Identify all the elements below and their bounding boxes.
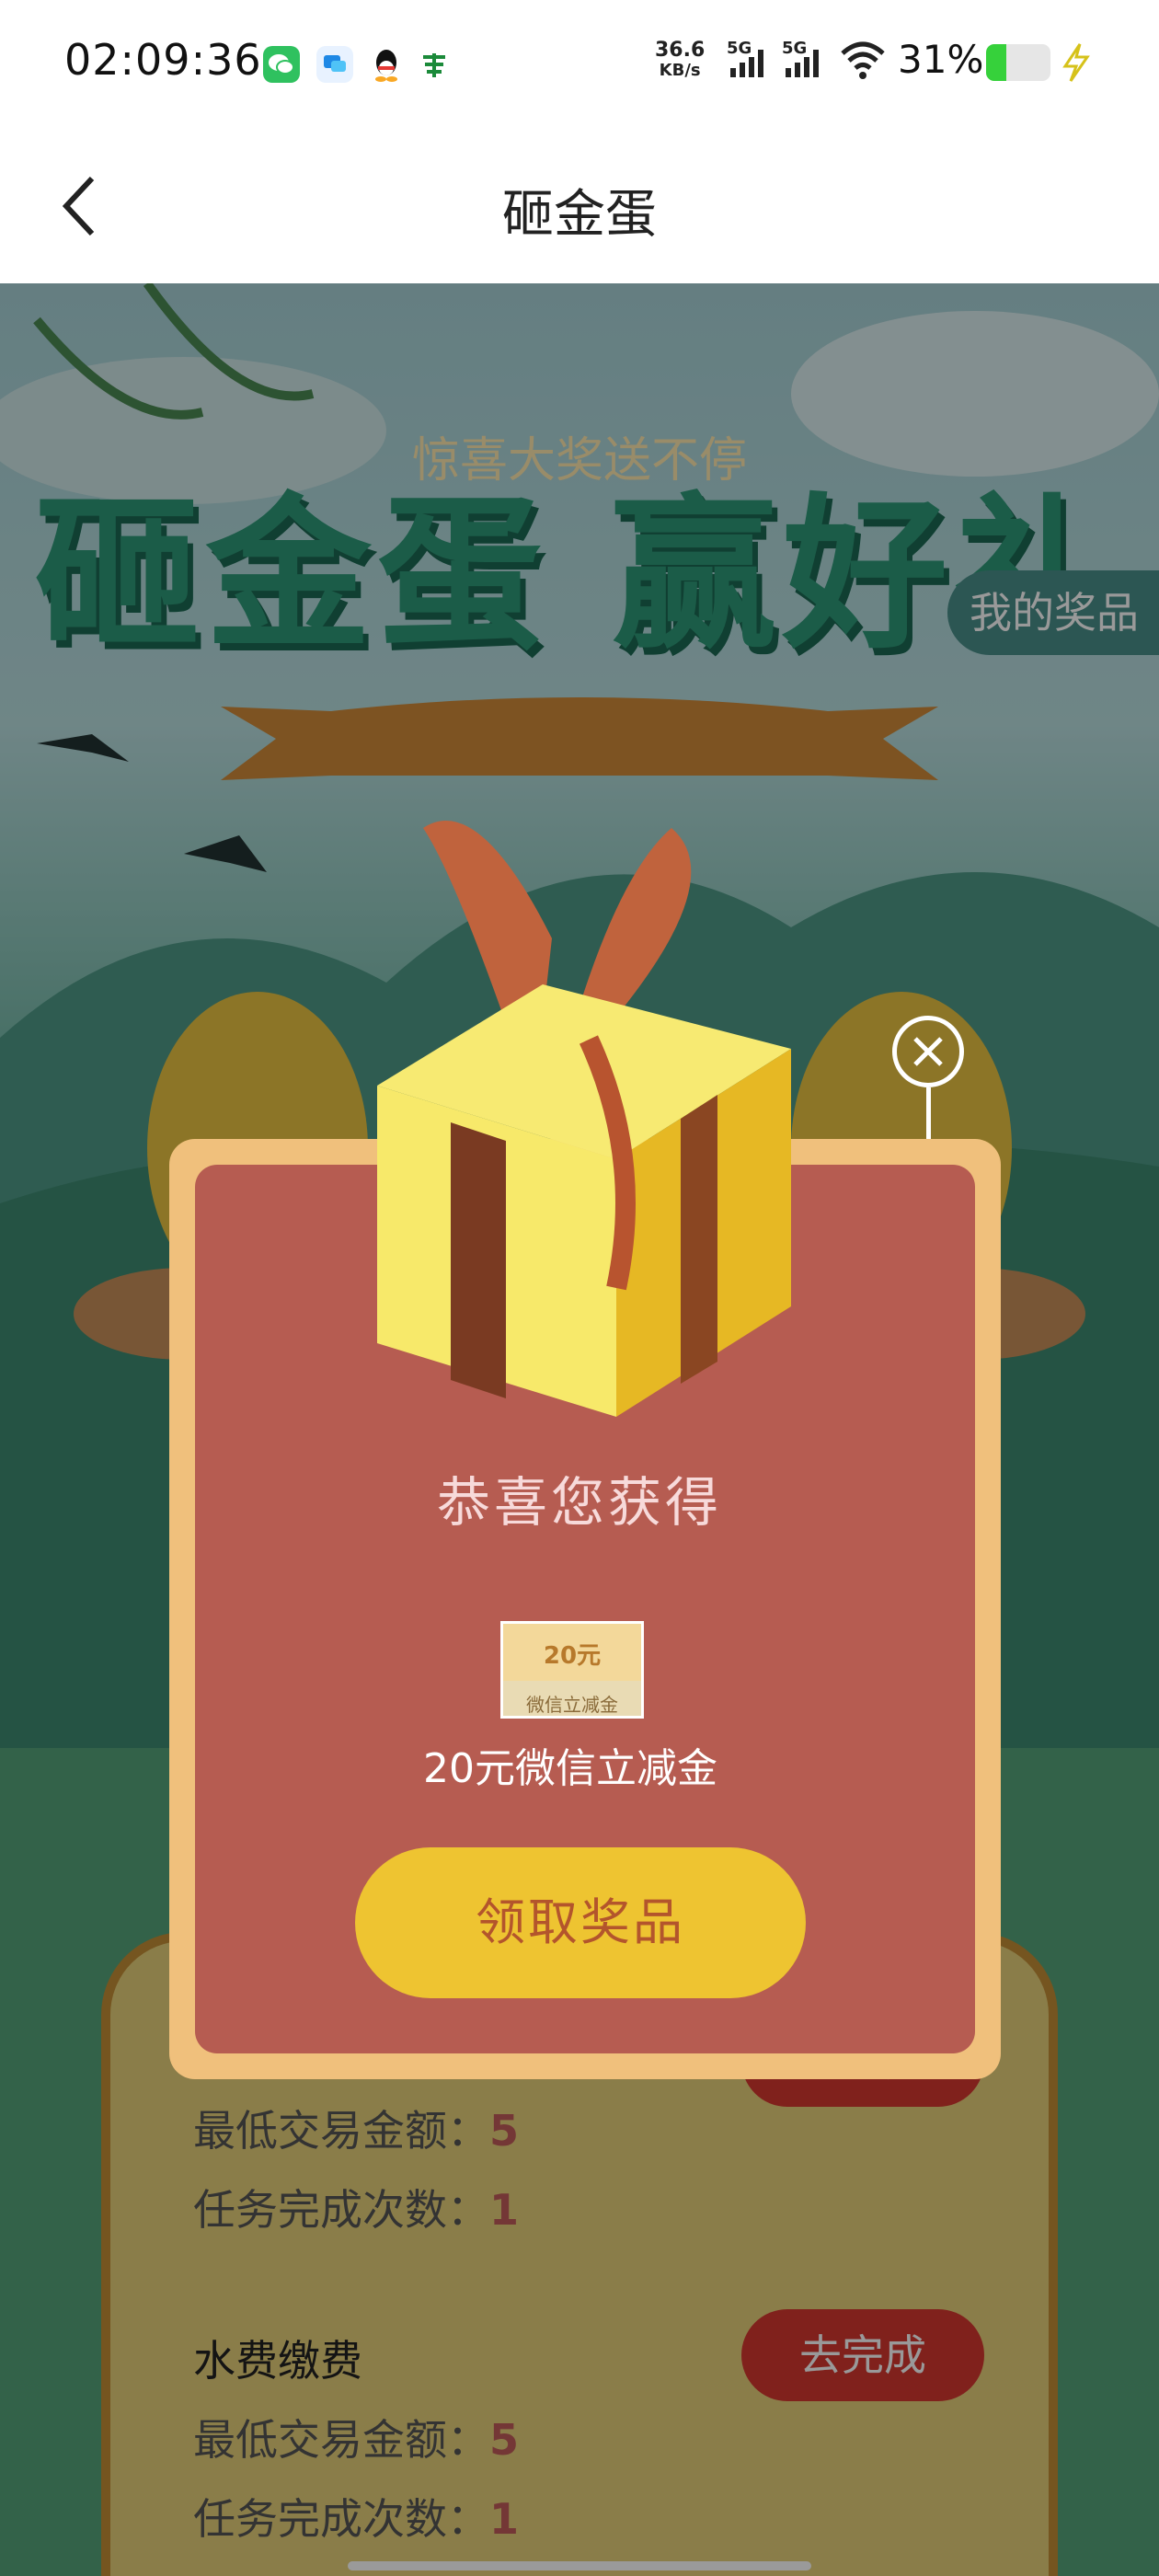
status-time: 02:09:36 — [64, 35, 262, 85]
battery-icon — [986, 44, 1050, 81]
gift-box-icon — [377, 821, 791, 1417]
wifi-icon — [837, 37, 892, 83]
message-icon — [316, 46, 353, 83]
close-button[interactable] — [892, 1016, 964, 1087]
claim-prize-button[interactable]: 领取奖品 — [355, 1847, 806, 1998]
prize-image-label: 微信立减金 — [526, 1694, 618, 1716]
nav-bar: 砸金蛋 — [0, 129, 1159, 283]
signal-icon: 5G — [782, 37, 837, 83]
prize-image: 20元 微信立减金 — [500, 1621, 644, 1719]
net-speed-value: 36.6 — [655, 39, 706, 62]
net-speed: 36.6 KB/s — [655, 40, 705, 81]
qq-icon — [368, 46, 405, 83]
battery-percent: 31% — [898, 37, 984, 82]
post-bank-icon — [416, 46, 453, 83]
congrats-text: 恭喜您获得 — [436, 1471, 722, 1534]
net-speed-unit: KB/s — [659, 61, 701, 80]
close-connector — [926, 1087, 931, 1144]
home-indicator[interactable] — [348, 2561, 811, 2570]
prize-image-amount: 20元 — [543, 1642, 602, 1670]
wechat-icon — [263, 46, 300, 83]
signal-icon: 5G — [727, 37, 782, 83]
close-icon — [913, 1037, 943, 1066]
prize-name: 20元微信立减金 — [423, 1745, 717, 1792]
battery-level — [986, 44, 1006, 81]
charging-icon — [1060, 42, 1093, 83]
page-title: 砸金蛋 — [502, 185, 657, 245]
status-bar: 02:09:36 36.6 KB/s 5G 5G 31% — [0, 0, 1159, 129]
